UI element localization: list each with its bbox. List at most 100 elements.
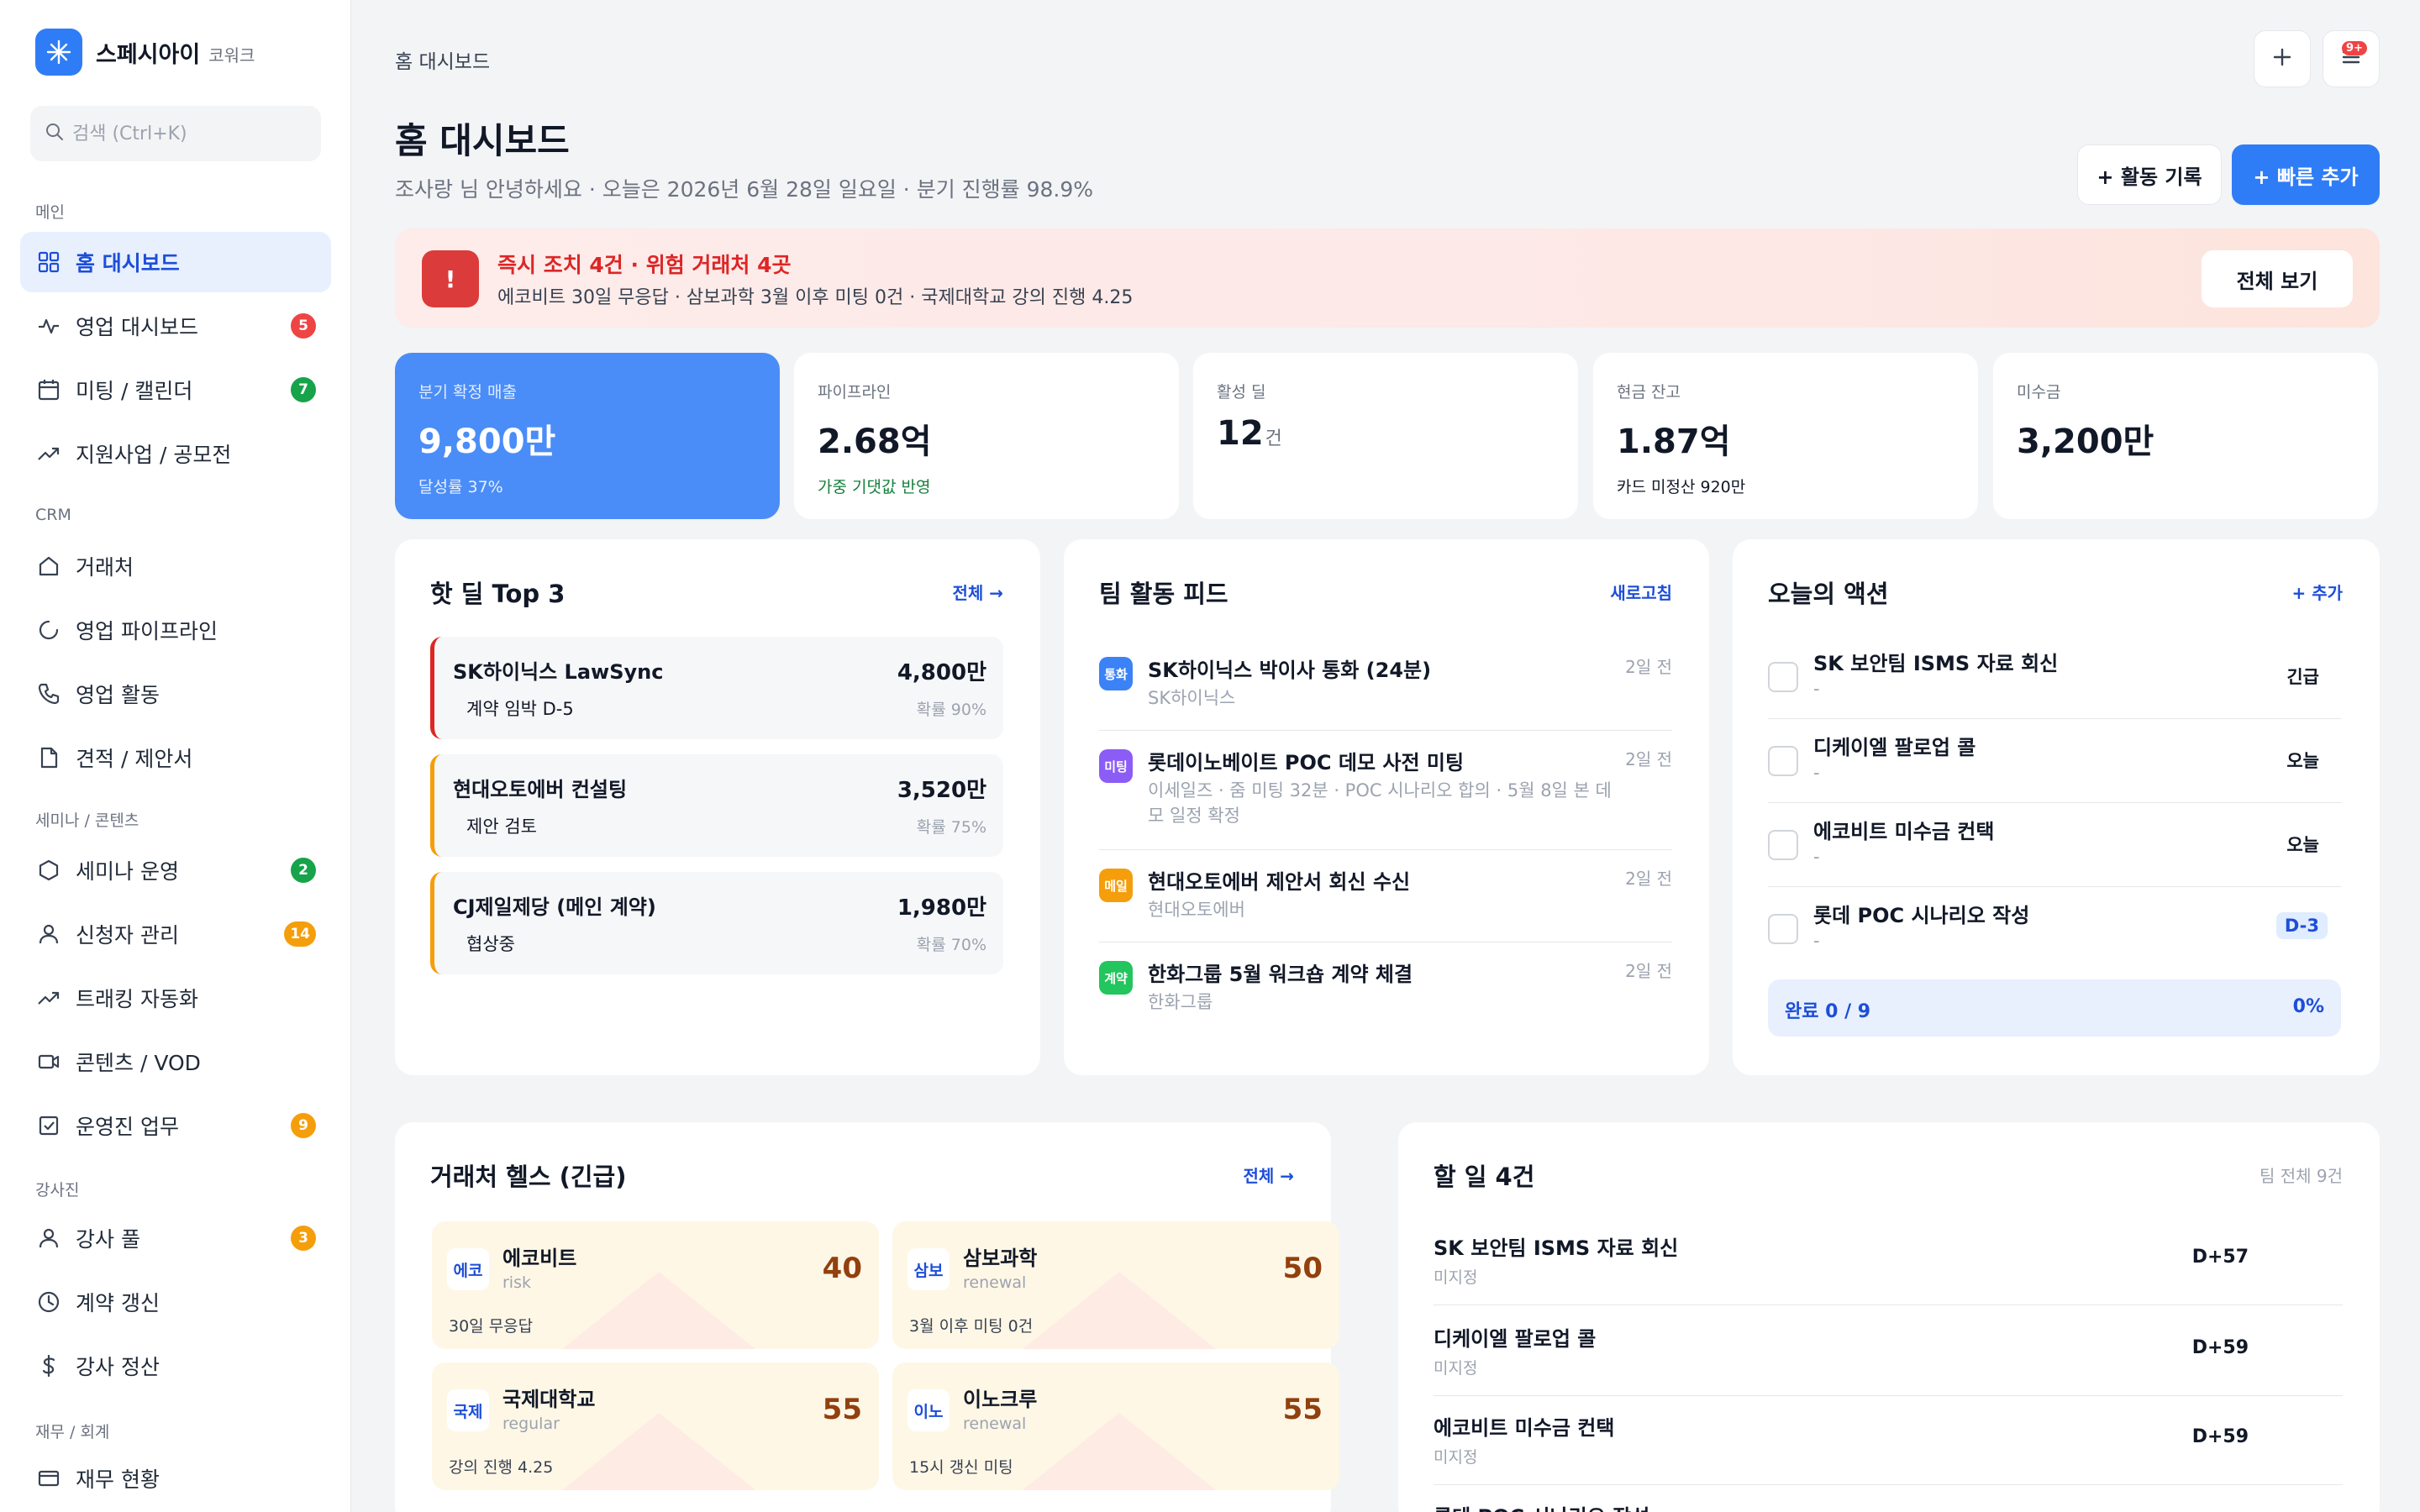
kpi-card-receivables[interactable]: 미수금 3,200만: [1993, 353, 2378, 519]
sidebar-item-sales-activity[interactable]: 영업 활동: [20, 664, 331, 724]
todo-title: 디케이엘 팔로업 콜: [1434, 1327, 1597, 1351]
kpi-card-quarter-revenue[interactable]: 분기 확정 매출 9,800만 달성률 37%: [395, 353, 780, 519]
sidebar-item-tracking-automation[interactable]: 트래킹 자동화: [20, 968, 331, 1028]
sidebar-item-label: 영업 활동: [76, 683, 160, 707]
client-type: renewal: [963, 1415, 1027, 1433]
sidebar-item-staff-tasks[interactable]: 운영진 업무 9: [20, 1095, 331, 1156]
todo-item[interactable]: 롯데 POC 시나리오 작성: [1434, 1483, 2343, 1512]
client-health-item[interactable]: 이노 이노크루 renewal 55 15시 갱신 미팅: [892, 1362, 1339, 1490]
todo-item[interactable]: 디케이엘 팔로업 콜 미지정 D+59: [1434, 1305, 2343, 1396]
nav-section-main: 메인: [35, 203, 65, 222]
client-type: risk: [502, 1273, 531, 1292]
deal-stage: 제안 검토: [466, 816, 537, 837]
deal-item[interactable]: CJ제일제당 (메인 계약) 협상중 1,980만 확률 70%: [430, 872, 1003, 974]
home-icon: [35, 553, 62, 580]
todo-due: D+59: [2191, 1426, 2249, 1447]
calendar-icon: [35, 376, 62, 403]
sidebar-item-sales-dashboard[interactable]: 영업 대시보드 5: [20, 296, 331, 356]
refresh-feed-link[interactable]: 새로고침: [1610, 580, 1672, 604]
client-type: regular: [502, 1415, 560, 1433]
count-badge: 3: [291, 1226, 316, 1251]
sidebar-item-clients[interactable]: 거래처: [20, 536, 331, 596]
sidebar-item-label: 견적 / 제안서: [76, 747, 193, 771]
sidebar-item-applicants[interactable]: 신청자 관리 14: [20, 904, 331, 964]
client-health-item[interactable]: 에코 에코비트 risk 40 30일 무응답: [432, 1221, 879, 1349]
search-box[interactable]: [30, 106, 321, 161]
activity-icon: [35, 312, 62, 339]
view-all-deals-link[interactable]: 전체 →: [952, 580, 1003, 604]
sidebar-item-contract-renewal[interactable]: 계약 갱신: [20, 1272, 331, 1332]
sidebar-item-meetings-calendar[interactable]: 미팅 / 캘린더 7: [20, 360, 331, 420]
credit-card-icon: [35, 1465, 62, 1492]
kpi-value: 3,200만: [2017, 423, 2154, 461]
feed-item[interactable]: 미팅 롯데이노베이트 POC 데모 사전 미팅 이세일즈 · 줌 미팅 32분 …: [1099, 744, 1672, 850]
quick-add-button[interactable]: + 빠른 추가: [2232, 144, 2380, 205]
action-subtitle: -: [1813, 847, 1820, 867]
feed-title: 한화그룹 5월 워크숍 계약 체결: [1148, 963, 1413, 986]
client-type: renewal: [963, 1273, 1027, 1292]
feed-subtitle: 한화그룹: [1148, 992, 1213, 1012]
feed-item[interactable]: 계약 한화그룹 5월 워크숍 계약 체결 한화그룹 2일 전: [1099, 956, 1672, 1035]
sidebar-item-label: 신청자 관리: [76, 923, 179, 948]
action-subtitle: -: [1813, 931, 1820, 951]
feed-item[interactable]: 메일 현대오토에버 제안서 회신 수신 현대오토에버 2일 전: [1099, 864, 1672, 942]
todo-item[interactable]: SK 보안팀 ISMS 자료 회신 미지정 D+57: [1434, 1215, 2343, 1305]
action-item: 롯데 POC 시나리오 작성 - D-3: [1768, 887, 2341, 971]
trending-up-icon: [35, 440, 62, 467]
search-icon: [45, 123, 64, 144]
feed-subtitle: 이세일즈 · 줌 미팅 32분 · POC 시나리오 합의 · 5월 8일 본 …: [1148, 780, 1612, 826]
sidebar-item-finance-status[interactable]: 재무 현황: [20, 1448, 331, 1509]
deal-probability: 확률 75%: [916, 818, 986, 837]
sidebar-item-seminar-ops[interactable]: 세미나 운영 2: [20, 840, 331, 900]
kpi-label: 현금 잔고: [1617, 383, 1681, 402]
nav-section-crm: CRM: [35, 506, 71, 524]
action-subtitle: -: [1813, 763, 1820, 783]
deal-stage: 계약 임박 D-5: [466, 699, 574, 719]
notifications-button[interactable]: 9+: [2323, 30, 2380, 87]
search-input[interactable]: [72, 123, 308, 144]
kpi-card-cash-balance[interactable]: 현금 잔고 1.87억 카드 미정산 920만: [1593, 353, 1978, 519]
phone-icon: [35, 680, 62, 707]
feed-item[interactable]: 통화 SK하이닉스 박이사 통화 (24분) SK하이닉스 2일 전: [1099, 652, 1672, 731]
action-title: 디케이엘 팔로업 콜: [1813, 736, 1976, 759]
deal-item[interactable]: 현대오토에버 컨설팅 제안 검토 3,520만 확률 75%: [430, 754, 1003, 857]
plus-icon: [2270, 45, 2294, 72]
deal-item[interactable]: SK하이닉스 LawSync 계약 임박 D-5 4,800만 확률 90%: [430, 637, 1003, 739]
view-all-alerts-button[interactable]: 전체 보기: [2202, 250, 2353, 307]
sidebar-item-grants[interactable]: 지원사업 / 공모전: [20, 423, 331, 484]
kpi-card-active-deals[interactable]: 활성 딜 12건: [1193, 353, 1578, 519]
todo-assignee: 미지정: [1434, 1359, 1478, 1378]
brand[interactable]: 스페시아이 코워크: [35, 29, 255, 76]
page-subtitle: 조사랑 님 안녕하세요 · 오늘은 2026년 6월 28일 일요일 · 분기 …: [395, 177, 1094, 202]
action-checkbox[interactable]: [1768, 746, 1798, 776]
count-badge: 7: [291, 377, 316, 402]
kpi-card-pipeline[interactable]: 파이프라인 2.68억 가중 기댓값 반영: [794, 353, 1179, 519]
deal-stage: 협상중: [466, 934, 515, 954]
client-abbr-badge: 이노: [908, 1389, 950, 1431]
sidebar-item-label: 계약 갱신: [76, 1291, 160, 1315]
add-button[interactable]: [2254, 30, 2311, 87]
health-score: 50: [1282, 1252, 1323, 1285]
sidebar-item-label: 영업 파이프라인: [76, 619, 218, 643]
loader-icon: [35, 617, 62, 643]
action-checkbox[interactable]: [1768, 662, 1798, 692]
sidebar-item-quotes[interactable]: 견적 / 제안서: [20, 727, 331, 788]
action-checkbox[interactable]: [1768, 830, 1798, 860]
sidebar-item-content-vod[interactable]: 콘텐츠 / VOD: [20, 1032, 331, 1092]
add-action-link[interactable]: + 추가: [2291, 580, 2343, 604]
view-all-clients-link[interactable]: 전체 →: [1243, 1163, 1294, 1187]
sidebar-item-home-dashboard[interactable]: 홈 대시보드: [20, 232, 331, 292]
sidebar-item-pipeline[interactable]: 영업 파이프라인: [20, 600, 331, 660]
action-checkbox[interactable]: [1768, 914, 1798, 944]
todo-item[interactable]: 에코비트 미수금 컨택 미지정 D+59: [1434, 1394, 2343, 1485]
sidebar-item-instructor-pool[interactable]: 강사 풀 3: [20, 1208, 331, 1268]
log-activity-button[interactable]: + 활동 기록: [2077, 144, 2222, 205]
client-abbr-badge: 국제: [447, 1389, 489, 1431]
sidebar-item-instructor-settlement[interactable]: 강사 정산: [20, 1336, 331, 1396]
nav-section-seminar: 세미나 / 콘텐츠: [35, 811, 139, 830]
nav-section-instructors: 강사진: [35, 1181, 80, 1200]
count-badge: 5: [291, 313, 316, 339]
notification-badge: 9+: [2342, 41, 2367, 55]
client-health-item[interactable]: 국제 국제대학교 regular 55 강의 진행 4.25: [432, 1362, 879, 1490]
client-health-item[interactable]: 삼보 삼보과학 renewal 50 3월 이후 미팅 0건: [892, 1221, 1339, 1349]
